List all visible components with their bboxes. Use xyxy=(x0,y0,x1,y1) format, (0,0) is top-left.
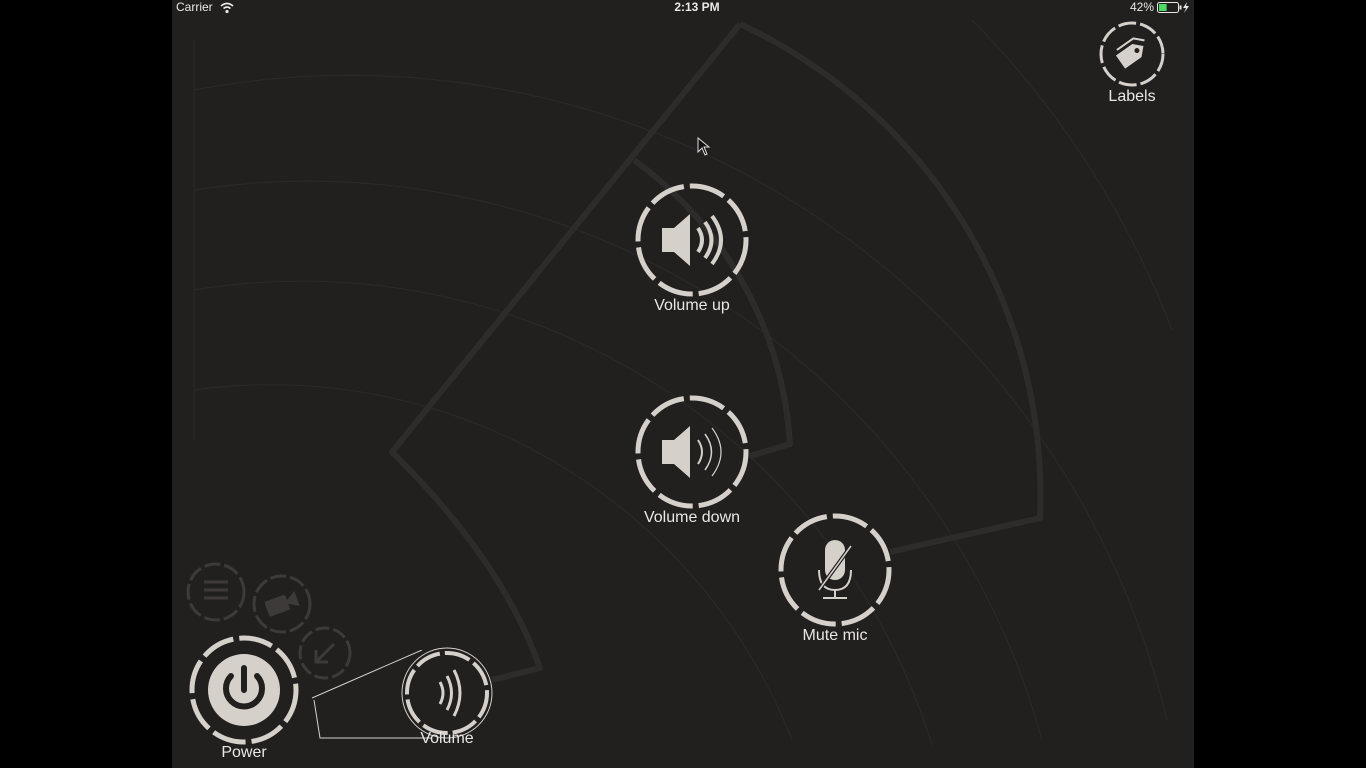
battery-icon xyxy=(1157,2,1189,13)
clock: 2:13 PM xyxy=(674,0,720,14)
mute-mic-label: Mute mic xyxy=(802,627,868,644)
speaker-soft-icon xyxy=(662,426,722,478)
menu-button[interactable] xyxy=(184,560,248,624)
volume-down-label: Volume down xyxy=(643,509,741,526)
labels-label: Labels xyxy=(1108,88,1156,105)
volume-waves-icon xyxy=(438,669,462,717)
labels-button[interactable] xyxy=(1098,20,1166,88)
video-camera-icon xyxy=(264,591,300,617)
remote-control-screen: Carrier 2:13 PM 42% Labels Volume up Vol… xyxy=(172,0,1194,768)
battery-percent: 42% xyxy=(1129,0,1154,14)
carrier-label: Carrier xyxy=(176,0,213,14)
speaker-loud-icon xyxy=(662,214,723,266)
charging-bolt-icon xyxy=(1183,2,1189,13)
volume-label: Volume xyxy=(420,730,474,747)
volume-up-label: Volume up xyxy=(654,297,730,314)
mouse-pointer xyxy=(697,137,711,156)
tag-icon xyxy=(1115,37,1145,69)
volume-down-button[interactable] xyxy=(634,394,750,510)
power-label: Power xyxy=(221,744,267,761)
mute-mic-button[interactable] xyxy=(777,512,893,628)
microphone-muted-icon xyxy=(817,540,853,599)
power-button[interactable] xyxy=(188,634,300,746)
menu-icon xyxy=(204,580,228,600)
volume-button[interactable] xyxy=(400,646,494,740)
volume-up-button[interactable] xyxy=(634,182,750,298)
power-icon xyxy=(208,654,280,726)
wifi-icon xyxy=(220,2,234,14)
